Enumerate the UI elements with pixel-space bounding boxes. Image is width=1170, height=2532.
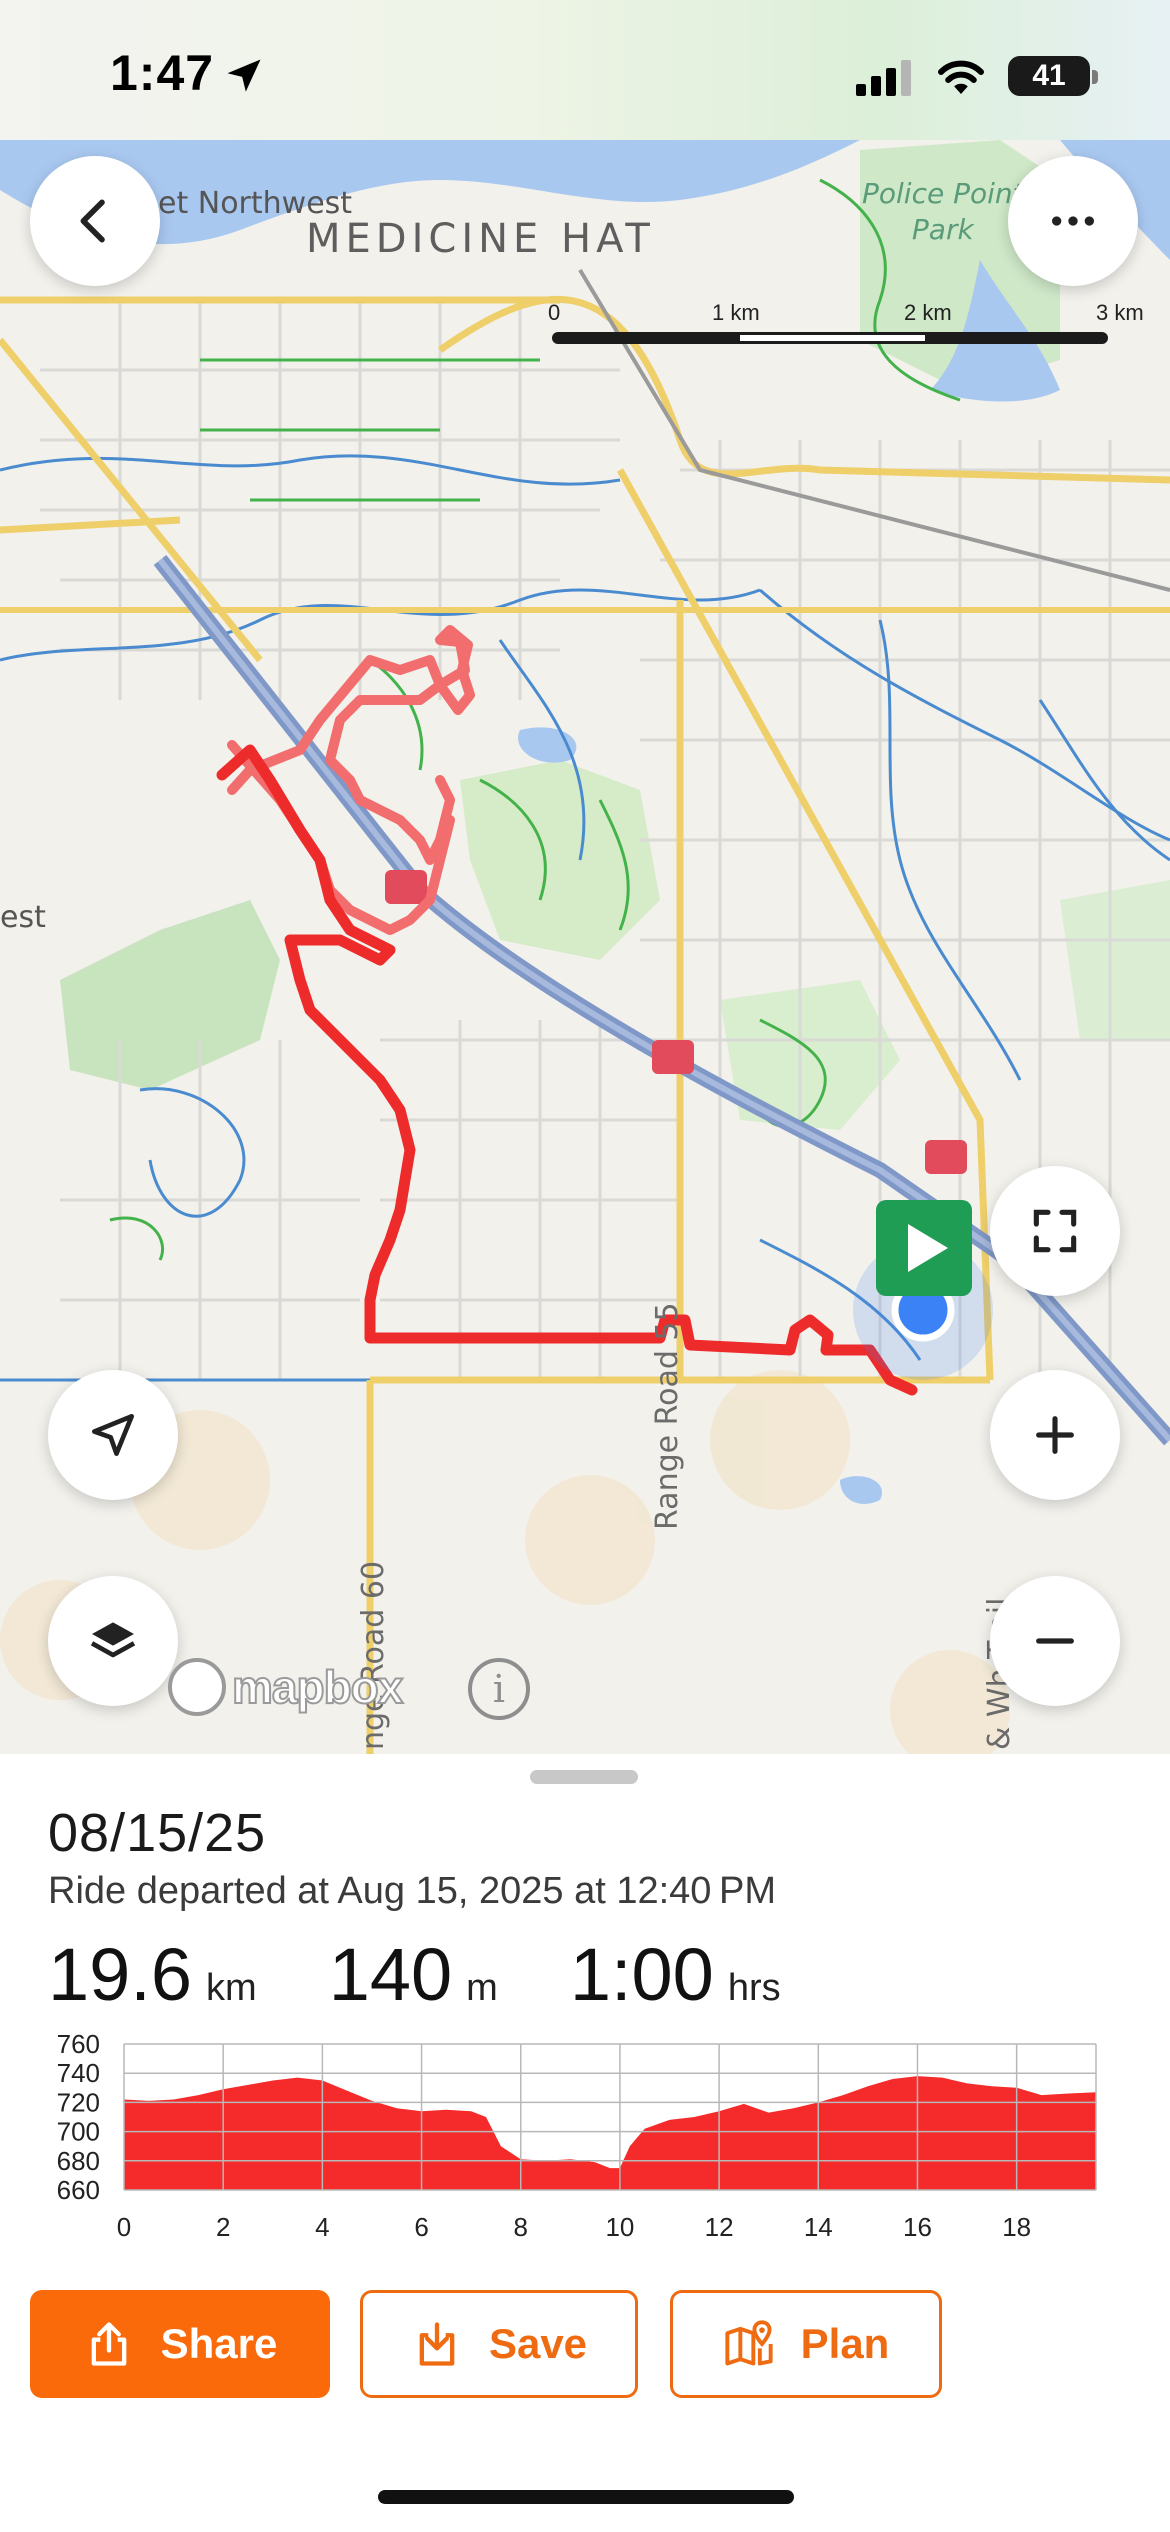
status-bar: 1:47 41 — [0, 0, 1170, 140]
map-label-range-road-55: Range Road 55 — [650, 1302, 685, 1530]
x-tick-label: 6 — [414, 2212, 428, 2242]
layers-icon — [90, 1622, 136, 1658]
stat-distance-unit: km — [206, 1967, 257, 2009]
fullscreen-icon — [1033, 1209, 1077, 1253]
highway-shield — [385, 870, 427, 904]
map-label-police-point: Police Point Park — [862, 176, 1024, 248]
action-buttons: Share Save Plan — [30, 2290, 942, 2398]
stat-elevation-value: 140 — [328, 1933, 453, 2016]
location-arrow-icon — [227, 59, 261, 92]
y-tick-label: 660 — [57, 2175, 100, 2205]
battery-indicator: 41 — [1008, 56, 1090, 96]
scale-bar-graphic — [552, 332, 1108, 344]
stat-duration: 1:00 hrs — [570, 1932, 781, 2017]
scale-label-3km: 3 km — [1096, 300, 1144, 325]
locate-button[interactable] — [48, 1370, 178, 1500]
download-icon — [419, 2322, 455, 2366]
fullscreen-button[interactable] — [990, 1166, 1120, 1296]
x-tick-label: 0 — [117, 2212, 131, 2242]
ride-summary-sheet: 08/15/25 Ride departed at Aug 15, 2025 a… — [0, 1754, 1170, 2532]
map-label-city: MEDICINE HAT — [306, 216, 655, 262]
route-return — [227, 625, 475, 865]
ride-stats: 19.6 km 140 m 1:00 hrs — [48, 1932, 853, 2017]
map-pin-icon — [725, 2320, 773, 2366]
x-tick-label: 12 — [705, 2212, 734, 2242]
stat-elevation-unit: m — [466, 1967, 498, 2009]
scale-label-1km: 1 km — [712, 300, 760, 325]
x-tick-label: 2 — [216, 2212, 230, 2242]
status-time: 1:47 — [110, 45, 215, 101]
plan-button[interactable]: Plan — [670, 2290, 942, 2398]
map-label-police-point-line1: Police Point — [862, 177, 1024, 210]
save-button-label: Save — [488, 2320, 588, 2367]
share-button[interactable]: Share — [30, 2290, 330, 2398]
ride-detail-screen: 1:47 41 et Northwest MEDICINE HAT Police… — [0, 0, 1170, 2532]
x-tick-label: 16 — [903, 2212, 932, 2242]
map-info-button[interactable]: i — [468, 1658, 530, 1720]
ride-title: 08/15/25 — [48, 1803, 267, 1863]
stat-elevation: 140 m — [329, 1932, 498, 2017]
ride-subtitle: Ride departed at Aug 15, 2025 at 12:40 P… — [48, 1870, 777, 1912]
mapbox-logo-icon — [168, 1658, 226, 1716]
map-label-police-point-line2: Park — [911, 213, 974, 246]
map-canvas[interactable] — [0, 140, 1170, 1754]
cellular-signal-icon — [856, 60, 911, 96]
more-dots-icon — [1052, 216, 1094, 226]
stat-distance: 19.6 km — [48, 1932, 257, 2017]
y-tick-label: 700 — [57, 2117, 100, 2147]
zoom-out-button[interactable] — [990, 1576, 1120, 1706]
x-tick-label: 8 — [514, 2212, 528, 2242]
y-tick-label: 740 — [57, 2058, 100, 2088]
map-scale-bar: 0 1 km 2 km 3 km — [548, 300, 1144, 370]
x-tick-label: 18 — [1002, 2212, 1031, 2242]
zoom-in-button[interactable] — [990, 1370, 1120, 1500]
y-tick-label: 760 — [57, 2029, 100, 2059]
share-icon — [91, 2322, 126, 2366]
mapbox-attribution[interactable]: mapbox — [168, 1658, 404, 1716]
minus-icon — [1036, 1638, 1074, 1644]
mapbox-wordmark: mapbox — [231, 1660, 404, 1714]
stat-duration-unit: hrs — [727, 1967, 781, 2009]
map-label-west: est — [0, 900, 46, 935]
start-marker[interactable] — [876, 1200, 972, 1296]
highway-shield — [925, 1140, 967, 1174]
x-tick-label: 10 — [605, 2212, 634, 2242]
plus-icon — [1036, 1416, 1074, 1454]
scale-bar-segment — [740, 335, 925, 341]
highway-shield — [652, 1040, 694, 1074]
battery-cap — [1092, 70, 1098, 84]
elevation-chart[interactable]: 660680700720740760 0 2 4 6 8 10 12 14 16 18 — [0, 2020, 1170, 2320]
share-button-label: Share — [160, 2320, 278, 2367]
route-map[interactable]: et Northwest MEDICINE HAT Police Point P… — [0, 140, 1170, 1754]
y-tick-label: 680 — [57, 2146, 100, 2176]
more-options-button[interactable] — [1008, 156, 1138, 286]
elevation-area — [124, 2076, 1096, 2190]
x-tick-label: 4 — [315, 2212, 329, 2242]
map-layers-button[interactable] — [48, 1576, 178, 1706]
scale-label-0: 0 — [548, 300, 561, 325]
stat-distance-value: 19.6 — [48, 1933, 193, 2016]
back-chevron-icon — [80, 199, 105, 243]
x-tick-label: 14 — [804, 2212, 833, 2242]
save-button[interactable]: Save — [360, 2290, 638, 2398]
plan-button-label: Plan — [800, 2320, 890, 2367]
home-indicator — [378, 2490, 794, 2504]
stat-duration-value: 1:00 — [569, 1933, 714, 2016]
navigation-arrow-icon — [92, 1414, 135, 1456]
map-label-range-road-60: nge Road 60 — [356, 1560, 391, 1750]
wifi-icon — [938, 60, 984, 94]
y-tick-label: 720 — [57, 2087, 100, 2117]
sheet-grabber[interactable] — [530, 1770, 638, 1784]
back-button[interactable] — [30, 156, 160, 286]
scale-label-2km: 2 km — [904, 300, 952, 325]
